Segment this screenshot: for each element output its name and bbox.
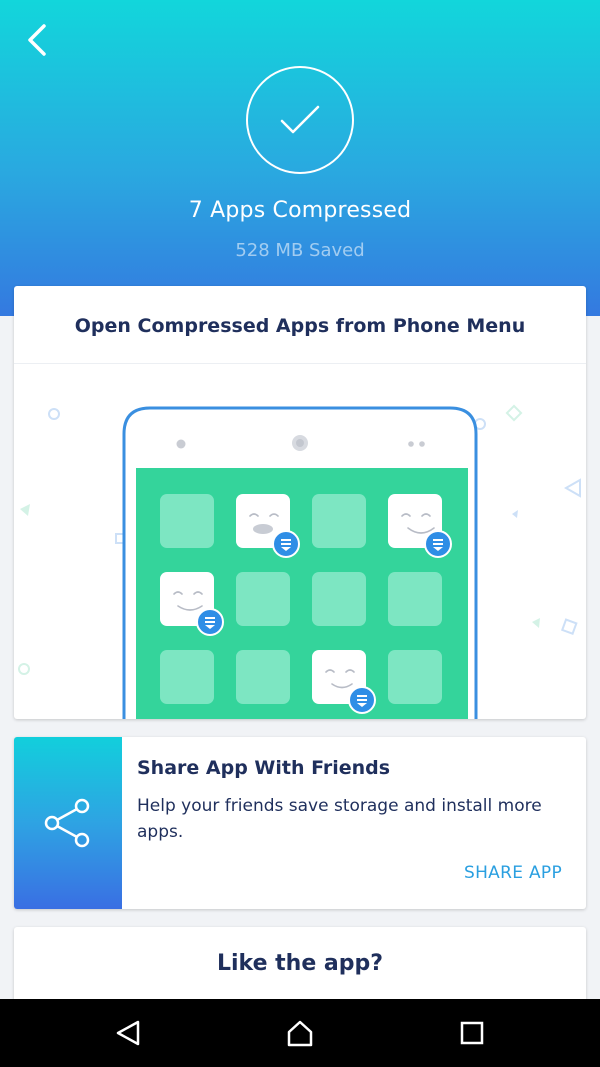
share-app-card: Share App With Friends Help your friends… <box>14 737 586 909</box>
share-icon <box>44 798 90 848</box>
system-nav-bar <box>0 999 600 1067</box>
square-recents-icon <box>460 1021 484 1045</box>
share-description: Help your friends save storage and insta… <box>137 796 542 842</box>
share-icon-panel <box>14 737 122 909</box>
success-badge <box>246 66 354 174</box>
checkmark-icon <box>280 105 320 134</box>
open-compressed-apps-card: Open Compressed Apps from Phone Menu <box>14 286 586 719</box>
share-title: Share App With Friends <box>137 757 391 779</box>
phone-illustration <box>18 404 581 719</box>
header: 7 Apps Compressed 528 MB Saved <box>0 0 600 316</box>
nav-back-button[interactable] <box>104 1013 152 1053</box>
apps-compressed-title: 7 Apps Compressed <box>188 198 412 223</box>
nav-recents-button[interactable] <box>448 1013 496 1053</box>
nav-home-button[interactable] <box>276 1013 324 1053</box>
home-icon <box>287 1020 313 1047</box>
open-apps-title: Open Compressed Apps from Phone Menu <box>14 286 586 364</box>
triangle-back-icon <box>116 1020 140 1046</box>
chevron-left-icon <box>28 24 46 56</box>
storage-saved-subtitle: 528 MB Saved <box>235 240 365 261</box>
back-button[interactable] <box>18 20 58 60</box>
share-app-button[interactable]: SHARE APP <box>464 863 562 883</box>
like-app-title: Like the app? <box>216 951 384 976</box>
